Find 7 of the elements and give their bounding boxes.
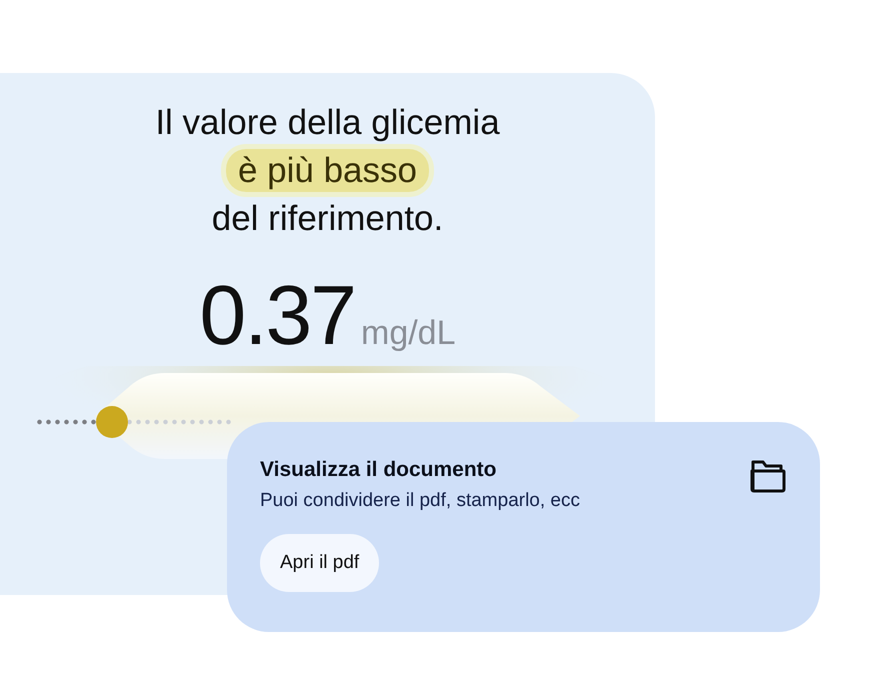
folder-icon — [749, 458, 787, 494]
open-pdf-button[interactable]: Apri il pdf — [260, 534, 380, 592]
card-subtitle: Puoi condividere il pdf, stamparlo, ecc — [260, 490, 580, 512]
card-title: Visualizza il documento — [260, 458, 498, 482]
result-heading: Il valore della glicemia è più basso del riferimento. — [154, 102, 501, 240]
glucose-value: 0.37 — [200, 267, 355, 364]
unit-label: mg/dL — [361, 314, 456, 353]
